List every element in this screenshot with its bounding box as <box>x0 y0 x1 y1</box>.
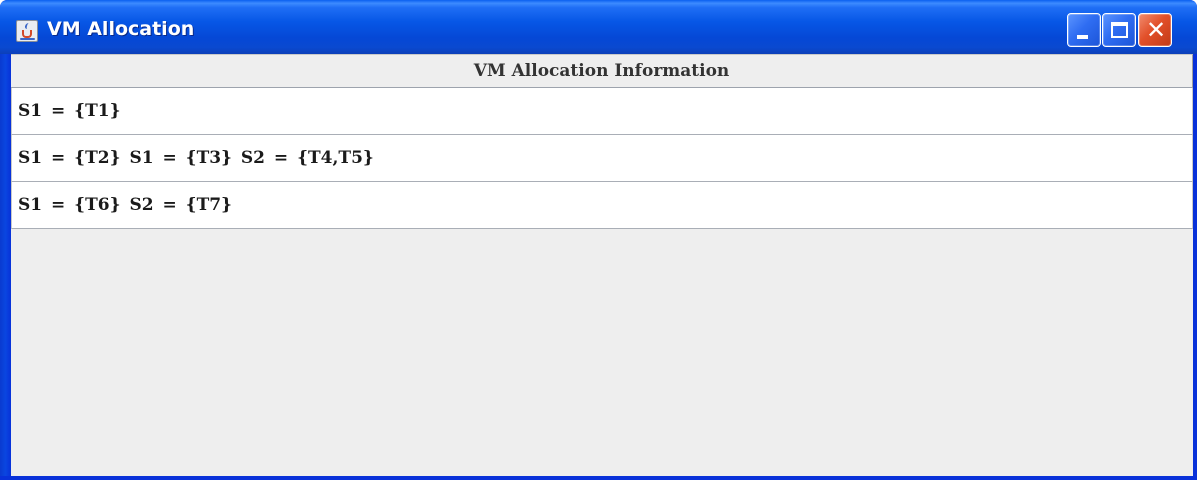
window: VM Allocation ✕ VM Allocation Informatio… <box>0 0 1197 480</box>
minimize-button[interactable] <box>1067 13 1101 47</box>
table-body: S1 = {T1} S1 = {T2} S1 = {T3} S2 = {T4,T… <box>11 88 1193 229</box>
title-bar[interactable]: VM Allocation ✕ <box>0 0 1197 54</box>
window-frame-left[interactable] <box>0 54 11 480</box>
table-row[interactable]: S1 = {T6} S2 = {T7} <box>11 182 1193 229</box>
minimize-icon <box>1077 35 1088 39</box>
java-coffee-cup-icon[interactable] <box>16 20 38 42</box>
maximize-button[interactable] <box>1102 13 1136 47</box>
client-area: VM Allocation Information S1 = {T1} S1 =… <box>11 54 1193 476</box>
table-row[interactable]: S1 = {T2} S1 = {T3} S2 = {T4,T5} <box>11 135 1193 182</box>
window-frame-bottom[interactable] <box>0 476 1197 480</box>
close-button[interactable]: ✕ <box>1138 13 1172 47</box>
close-icon: ✕ <box>1145 16 1167 44</box>
table-header[interactable]: VM Allocation Information <box>11 54 1193 88</box>
table-row[interactable]: S1 = {T1} <box>11 88 1193 135</box>
window-frame-right[interactable] <box>1193 54 1197 480</box>
maximize-icon <box>1111 22 1128 38</box>
window-title: VM Allocation <box>47 18 195 40</box>
